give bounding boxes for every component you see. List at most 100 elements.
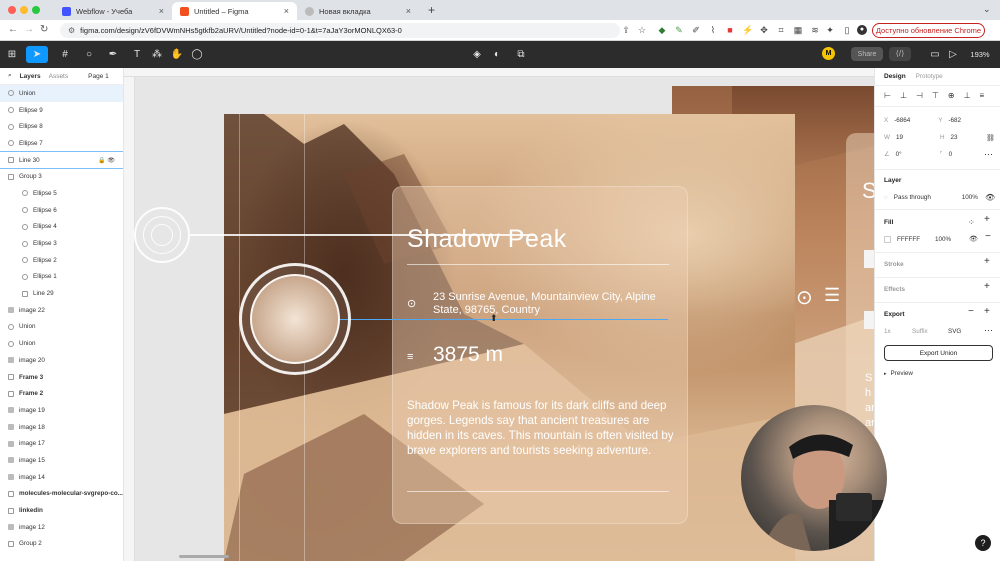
extension-wave-icon[interactable]: ≋ — [810, 25, 820, 35]
close-window-button[interactable] — [8, 6, 16, 14]
layer-row[interactable]: Ellipse 2 — [0, 252, 123, 269]
layer-row[interactable]: image 14 — [0, 469, 123, 486]
layer-row[interactable]: image 17 — [0, 435, 123, 452]
fill-styles-icon[interactable]: ⁘ — [968, 218, 975, 227]
align-left-icon[interactable]: ⊢ — [884, 91, 891, 100]
chrome-update-button[interactable]: Доступно обновление Chrome — [872, 23, 985, 38]
layer-row[interactable]: Union — [0, 85, 123, 102]
fill-visibility-icon[interactable]: 👁 — [969, 235, 978, 243]
extension-grid-icon[interactable]: ▦ — [793, 25, 803, 35]
connector-line[interactable] — [190, 234, 534, 236]
remove-fill-icon[interactable]: − — [985, 231, 991, 242]
extensions-puzzle-icon[interactable]: ✦ — [825, 25, 835, 35]
card-description[interactable]: Shadow Peak is famous for its dark cliff… — [407, 398, 677, 458]
rotation-input[interactable]: 0° — [896, 151, 934, 158]
tab-assets[interactable]: Assets — [49, 73, 69, 80]
close-tab-icon[interactable]: × — [406, 6, 411, 16]
constrain-proportions-icon[interactable]: ⛓ — [986, 134, 995, 142]
card-address[interactable]: 23 Sunrise Avenue, Mountainview City, Al… — [433, 291, 683, 316]
layer-row[interactable]: Union — [0, 319, 123, 336]
layer-row[interactable]: image 18 — [0, 419, 123, 436]
add-stroke-icon[interactable]: + — [984, 256, 990, 267]
remove-export-icon[interactable]: − — [968, 306, 974, 317]
tab-prototype[interactable]: Prototype — [916, 73, 943, 80]
help-button[interactable]: ? — [975, 535, 991, 551]
layer-row[interactable]: image 12 — [0, 519, 123, 536]
layer-row[interactable]: Ellipse 5 — [0, 185, 123, 202]
layer-row[interactable]: Group 3 — [0, 168, 123, 185]
layer-row[interactable]: Frame 3 — [0, 369, 123, 386]
tab-design[interactable]: Design — [884, 73, 906, 80]
align-center-v-icon[interactable]: ⊕ — [948, 91, 955, 100]
layer-row[interactable]: Ellipse 8 — [0, 118, 123, 135]
export-suffix-input[interactable]: Suffix — [912, 328, 942, 335]
new-tab-button[interactable]: + — [428, 3, 435, 17]
fill-hex-input[interactable]: FFFFFF — [897, 236, 929, 243]
add-effect-icon[interactable]: + — [984, 281, 990, 292]
text-tool-icon[interactable]: T — [130, 46, 144, 63]
close-tab-icon[interactable]: × — [284, 6, 289, 16]
layer-row[interactable]: Ellipse 3 — [0, 235, 123, 252]
export-scale-select[interactable]: 1x — [884, 328, 906, 335]
layer-row[interactable]: Ellipse 4 — [0, 219, 123, 236]
layer-lock-visibility-icons[interactable]: 🔒 👁 — [98, 157, 123, 164]
browser-tab-new[interactable]: Новая вкладка × — [297, 2, 419, 20]
close-tab-icon[interactable]: × — [159, 6, 164, 16]
move-tool-icon[interactable]: ➤ — [26, 46, 48, 63]
layer-row[interactable]: image 20 — [0, 352, 123, 369]
fill-swatch[interactable] — [884, 236, 891, 243]
search-icon[interactable]: ⌕ — [8, 72, 12, 80]
sidepanel-icon[interactable]: ▯ — [842, 25, 852, 35]
card-title[interactable]: Shadow Peak — [407, 225, 567, 254]
add-export-icon[interactable]: + — [984, 306, 990, 317]
export-button[interactable]: Export Union — [884, 345, 993, 361]
profile-avatar-icon[interactable]: ● — [857, 25, 867, 35]
extension-lightning-icon[interactable]: ⚡ — [742, 25, 753, 35]
extension-move-icon[interactable]: ✥ — [759, 25, 769, 35]
user-avatar[interactable]: M — [822, 47, 835, 60]
layer-row[interactable]: Ellipse 7 — [0, 135, 123, 152]
resources-tool-icon[interactable]: ⁂ — [150, 46, 164, 63]
h-input[interactable]: 23 — [951, 134, 958, 141]
layer-row[interactable]: molecules-molecular-svgrepo-co... — [0, 486, 123, 503]
export-more-icon[interactable]: ⋯ — [984, 325, 993, 336]
zoom-dropdown[interactable]: 193% — [966, 46, 994, 63]
present-icon[interactable]: ▷ — [946, 46, 960, 63]
horizontal-scrollbar[interactable] — [179, 555, 229, 558]
preview-chevron-icon[interactable]: ▸ — [884, 371, 887, 377]
component-icon[interactable]: ◈ — [470, 46, 484, 63]
browser-tab-webflow[interactable]: Webflow - Учеба × — [54, 2, 172, 20]
browser-tab-figma[interactable]: Untitled – Figma × — [172, 2, 297, 20]
y-input[interactable]: -682 — [948, 117, 961, 124]
layer-row[interactable]: Ellipse 9 — [0, 102, 123, 119]
extension-dropper-icon[interactable]: ✐ — [691, 25, 701, 35]
layer-row[interactable]: Line 29 — [0, 285, 123, 302]
align-top-icon[interactable]: ⊤ — [932, 91, 939, 100]
align-right-icon[interactable]: ⊣ — [916, 91, 923, 100]
layer-row[interactable]: Ellipse 6 — [0, 202, 123, 219]
ring-ellipse-inner[interactable] — [151, 224, 173, 246]
back-icon[interactable]: ← — [8, 24, 18, 35]
union-ring-inner[interactable] — [250, 274, 340, 364]
page-selector[interactable]: Page 1 — [88, 73, 109, 80]
minimize-window-button[interactable] — [20, 6, 28, 14]
layer-row[interactable]: Group 2 — [0, 536, 123, 553]
shape-tool-icon[interactable]: ○ — [80, 46, 98, 63]
align-bottom-icon[interactable]: ⊥ — [964, 91, 971, 100]
tab-layers[interactable]: Layers — [20, 73, 41, 80]
contrast-icon[interactable]: ◐ — [490, 46, 504, 63]
extension-crop-icon[interactable]: ⌗ — [776, 25, 786, 35]
extension-icon[interactable]: ◆ — [657, 25, 667, 35]
align-center-h-icon[interactable]: ⊥ — [900, 91, 907, 100]
tab-list-button[interactable]: ⌄ — [983, 4, 991, 15]
export-format-select[interactable]: SVG — [948, 328, 961, 335]
visibility-eye-icon[interactable]: 👁 — [985, 193, 995, 202]
layer-row[interactable]: Union — [0, 335, 123, 352]
w-input[interactable]: 19 — [896, 134, 934, 141]
layer-row[interactable]: linkedin — [0, 502, 123, 519]
layer-opacity-input[interactable]: 100% — [962, 194, 978, 201]
url-field[interactable]: ⚙ figma.com/design/zV6fDVWmNHs5gtkfb2aUR… — [60, 23, 620, 38]
distribute-icon[interactable]: ≡ — [980, 91, 985, 100]
dev-mode-toggle[interactable]: ⟨/⟩ — [889, 47, 911, 61]
x-input[interactable]: -6864 — [894, 117, 932, 124]
